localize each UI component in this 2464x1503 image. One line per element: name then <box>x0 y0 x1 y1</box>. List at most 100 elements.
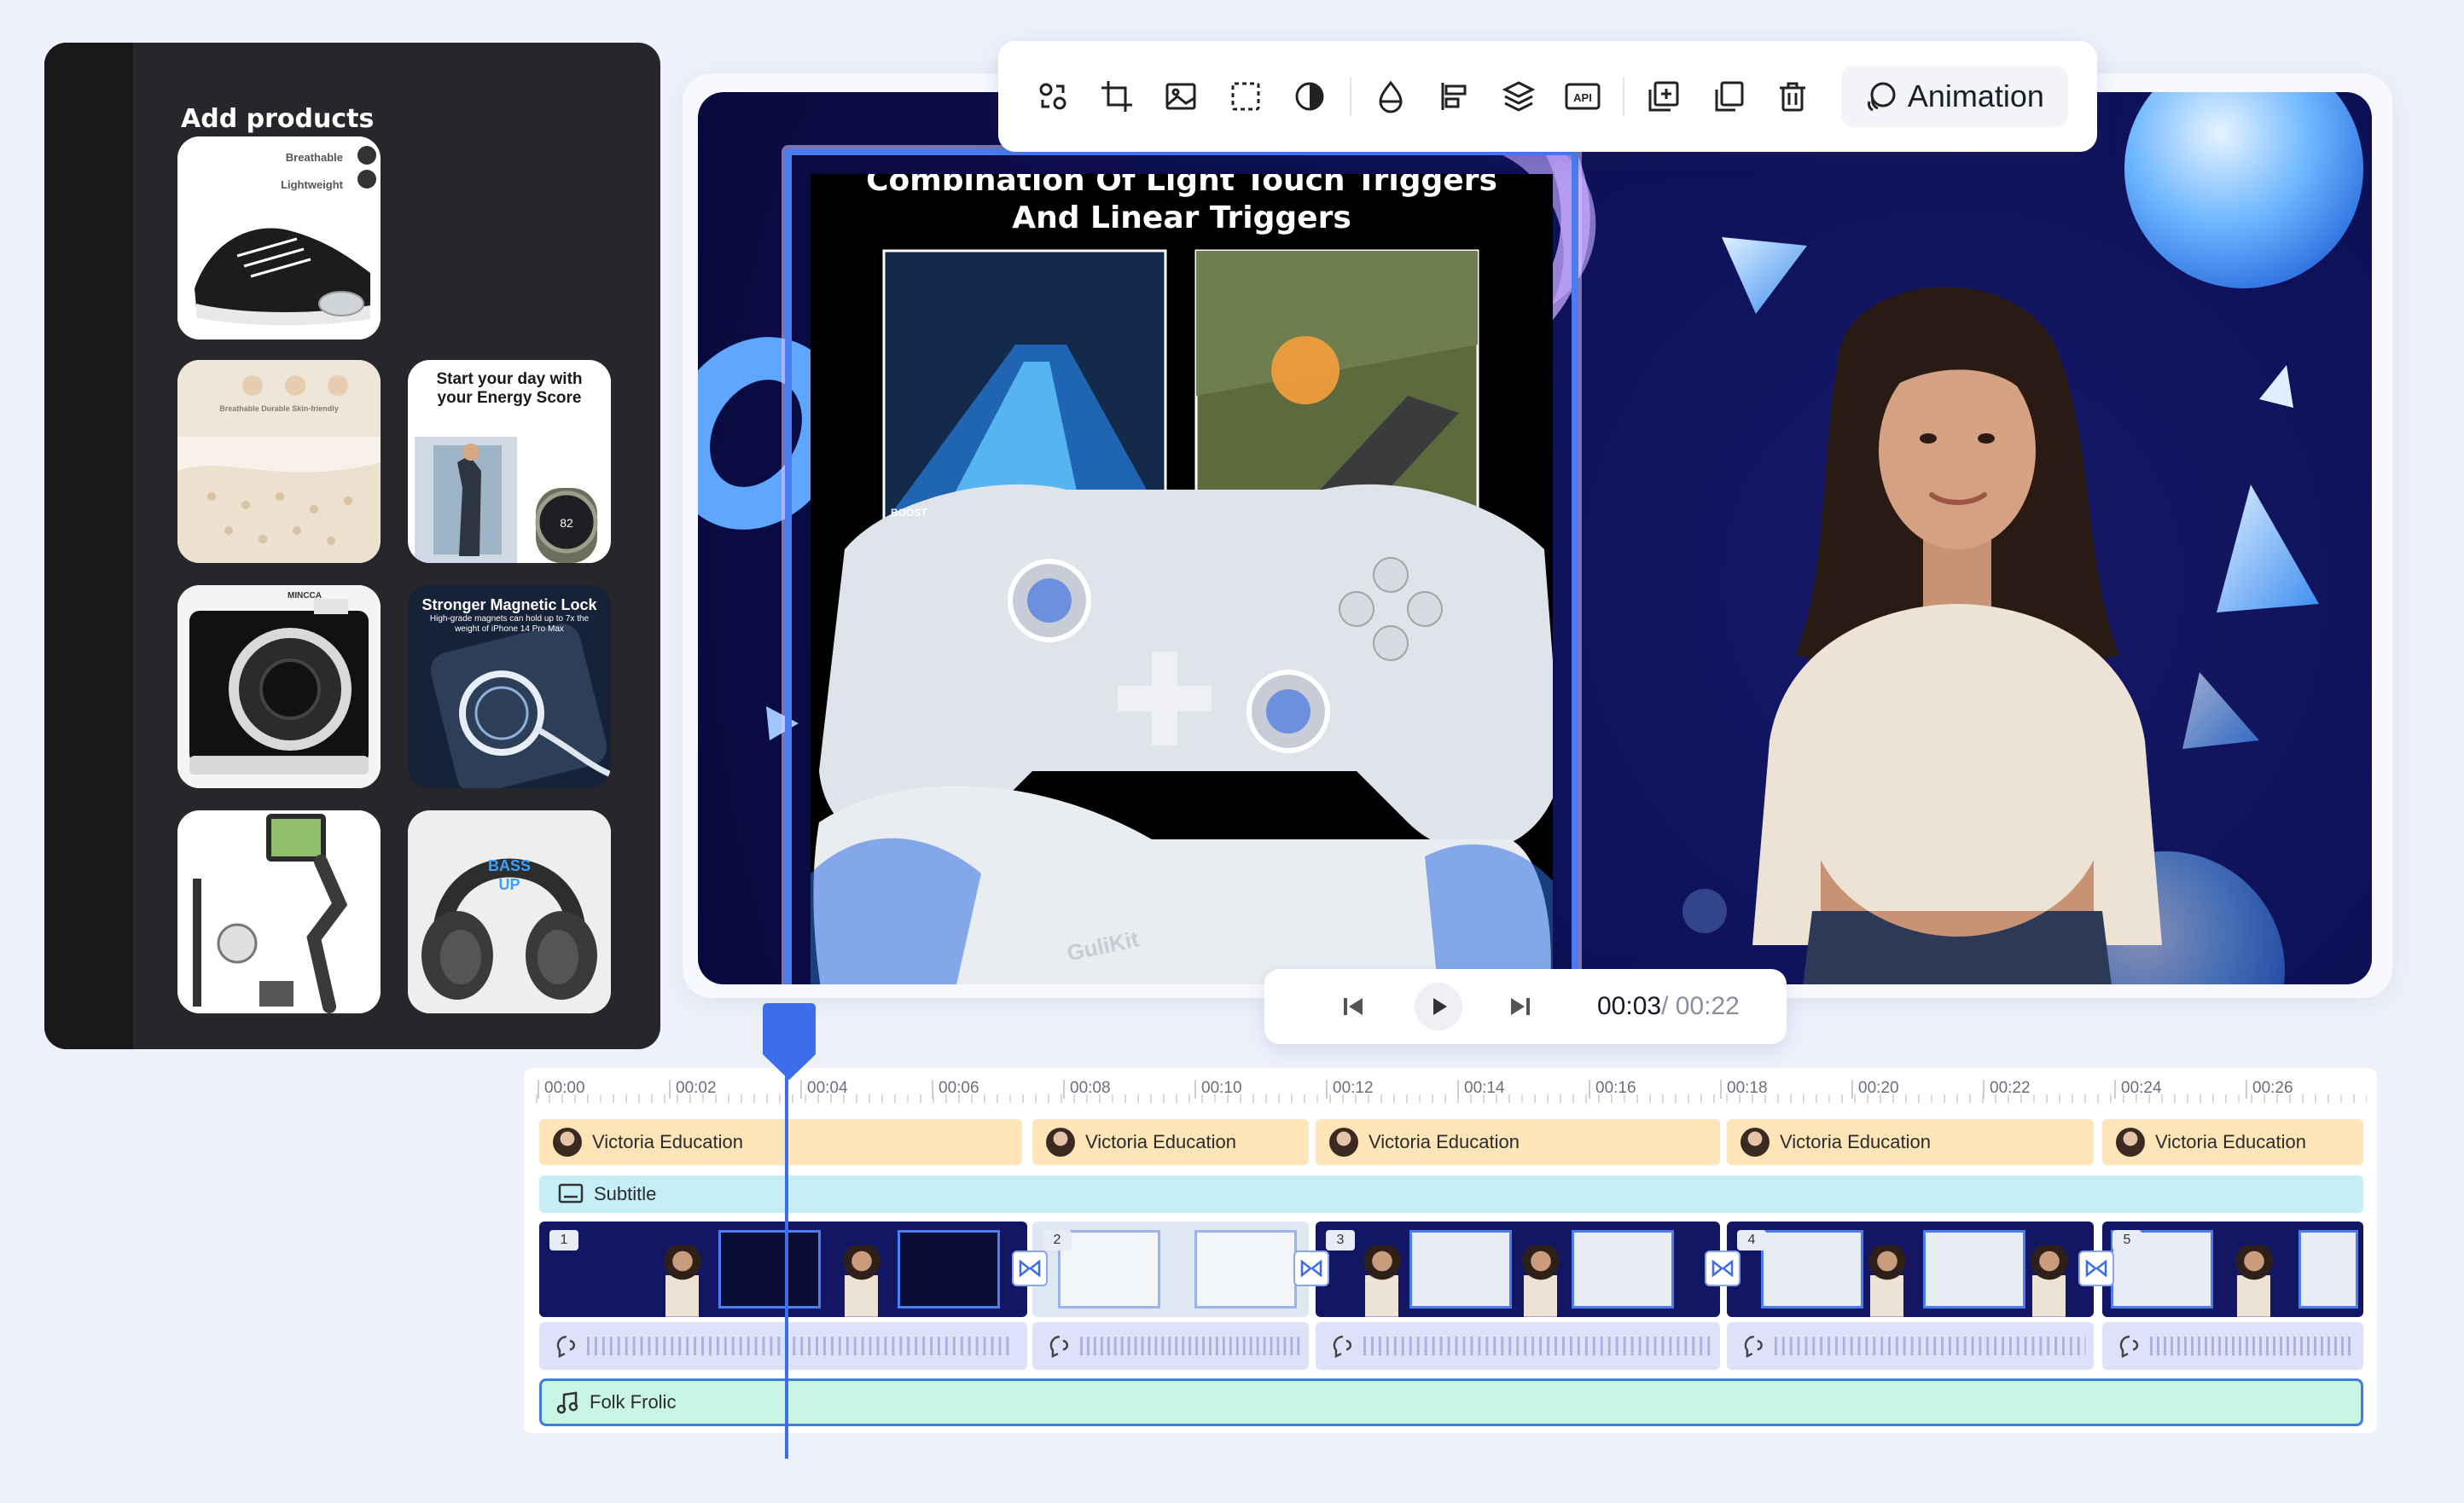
current-time: 00:03 <box>1597 992 1662 1020</box>
transition-button[interactable] <box>1012 1251 1048 1286</box>
product-thumb-smartwatch[interactable]: 82 Start your day with your Energy Score <box>408 360 611 563</box>
selected-slide-element[interactable]: Combination Of Light Touch Triggers And … <box>785 148 1578 984</box>
skip-back-button[interactable] <box>1331 984 1375 1029</box>
scene-number: 1 <box>549 1230 578 1251</box>
music-clip[interactable]: Folk Frolic <box>539 1378 2363 1426</box>
voice-waveform <box>2150 1337 2355 1355</box>
product-thumb-sneaker[interactable]: Breathable Lightweight <box>177 136 381 339</box>
api-icon[interactable]: API <box>1557 69 1608 124</box>
scene-thumbnail <box>1058 1230 1160 1309</box>
scene-thumbnail <box>659 1245 706 1317</box>
tick-label: 00:12 <box>1326 1080 1374 1099</box>
scene-clip-2[interactable]: 2 <box>1032 1222 1309 1317</box>
scene-thumbnail <box>1923 1230 2025 1309</box>
selection-icon[interactable] <box>1220 69 1271 124</box>
headphones-image <box>408 810 611 1013</box>
crop-icon[interactable] <box>1091 69 1142 124</box>
tick-label: 00:06 <box>932 1080 979 1099</box>
product-thumb-gimbal-stabilizer[interactable] <box>177 810 381 1013</box>
voice-clip[interactable] <box>1316 1322 1720 1370</box>
product-thumb-magnetic-charger[interactable]: Stronger Magnetic Lock High-grade magnet… <box>408 585 611 788</box>
skip-forward-button[interactable] <box>1498 984 1543 1029</box>
element-toolbar: API Animation <box>998 41 2097 152</box>
scene-clip-5[interactable]: 5 <box>2102 1222 2363 1317</box>
voice-clip[interactable] <box>539 1322 1027 1370</box>
scene-number: 3 <box>1326 1230 1355 1251</box>
product-caption: BASS UP <box>487 857 531 893</box>
align-icon[interactable] <box>1429 69 1480 124</box>
tick-label: 00:10 <box>1194 1080 1242 1099</box>
voice-clip[interactable] <box>1727 1322 2094 1370</box>
avatar-clip[interactable]: Victoria Education <box>2102 1119 2363 1165</box>
skip-back-icon <box>1344 998 1363 1015</box>
subtitle-clip[interactable]: Subtitle <box>539 1175 2363 1213</box>
boost-label: BOOST <box>891 507 927 519</box>
scene-thumbnail <box>718 1230 821 1309</box>
voice-waveform <box>586 1337 1011 1355</box>
transition-button[interactable] <box>1293 1251 1329 1286</box>
scene-thumbnail <box>2230 1245 2278 1317</box>
animation-button[interactable]: Animation <box>1840 66 2068 127</box>
add-copy-icon[interactable] <box>1638 69 1689 124</box>
gimbal-image <box>177 810 381 1013</box>
timeline[interactable]: 00:00 00:02 00:04 00:06 00:08 00:10 00:1… <box>524 1068 2377 1433</box>
avatar-clip-label: Victoria Education <box>2155 1131 2306 1152</box>
avatar-clip[interactable]: Victoria Education <box>1727 1119 2094 1165</box>
video-preview[interactable]: Combination Of Light Touch Triggers And … <box>698 92 2372 984</box>
playhead-handle[interactable] <box>763 1003 816 1080</box>
voice-clip[interactable] <box>2102 1322 2363 1370</box>
duplicate-icon[interactable] <box>1702 69 1753 124</box>
scene-clip-1[interactable]: 1 <box>539 1222 1027 1317</box>
contrast-icon[interactable] <box>1284 69 1335 124</box>
tick-label: 00:14 <box>1457 1080 1505 1099</box>
replace-icon[interactable] <box>1027 69 1078 124</box>
transition-button[interactable] <box>2078 1251 2114 1286</box>
avatar-clip[interactable]: Victoria Education <box>1032 1119 1309 1165</box>
product-subcaption: High-grade magnets can hold up to 7x the… <box>429 614 590 634</box>
voice-icon <box>1333 1335 1352 1358</box>
play-button[interactable] <box>1415 983 1462 1030</box>
delete-icon[interactable] <box>1767 69 1818 124</box>
scene-number: 2 <box>1043 1230 1072 1251</box>
product-thumb-instant-camera[interactable]: MINCCA <box>177 585 381 788</box>
scene-clip-3[interactable]: 3 <box>1316 1222 1720 1317</box>
transition-button[interactable] <box>1705 1251 1740 1286</box>
playback-controls: 00:03 / 00:22 <box>1264 969 1787 1044</box>
avatar-clip-label: Victoria Education <box>1780 1131 1931 1152</box>
tick-label: 00:00 <box>538 1080 585 1099</box>
tick-label: 00:24 <box>2114 1080 2162 1099</box>
avatar-clip-label: Victoria Education <box>592 1131 743 1152</box>
layers-icon[interactable] <box>1493 69 1544 124</box>
toolbar-divider <box>1349 77 1351 116</box>
scene-number: 4 <box>1737 1230 1766 1251</box>
scene-clip-4[interactable]: 4 <box>1727 1222 2094 1317</box>
toolbar-divider <box>1623 77 1625 116</box>
avatar-thumbnail <box>1329 1128 1358 1157</box>
avatar-clip-label: Victoria Education <box>1085 1131 1236 1152</box>
scene-thumbnail <box>1358 1245 1406 1317</box>
product-caption: MINCCA <box>288 591 322 601</box>
tick-label: 00:08 <box>1063 1080 1111 1099</box>
transition-icon <box>1019 1260 1041 1277</box>
subtitle-icon <box>558 1183 584 1204</box>
music-note-icon <box>556 1391 578 1414</box>
scene-thumbnail <box>1409 1230 1512 1309</box>
slide-content: Combination Of Light Touch Triggers And … <box>811 174 1553 984</box>
sneaker-image <box>177 136 381 339</box>
voice-clip[interactable] <box>1032 1322 1309 1370</box>
avatar-clip[interactable]: Victoria Education <box>1316 1119 1720 1165</box>
scene-number: 5 <box>2112 1230 2141 1251</box>
svg-text:API: API <box>1573 91 1592 104</box>
tick-label: 00:26 <box>2246 1080 2293 1099</box>
product-thumb-bedding[interactable]: Breathable Durable Skin-friendly <box>177 360 381 563</box>
opacity-icon[interactable] <box>1365 69 1416 124</box>
tick-label: 00:16 <box>1589 1080 1636 1099</box>
image-icon[interactable] <box>1155 69 1206 124</box>
scene-thumbnail <box>838 1245 886 1317</box>
product-thumb-headphones[interactable]: BASS UP <box>408 810 611 1013</box>
product-caption: Breathable Lightweight <box>281 148 343 194</box>
tick-label: 00:04 <box>800 1080 848 1099</box>
avatar-clip[interactable]: Victoria Education <box>539 1119 1022 1165</box>
skip-forward-icon <box>1511 998 1530 1015</box>
voice-waveform <box>1774 1337 2086 1355</box>
